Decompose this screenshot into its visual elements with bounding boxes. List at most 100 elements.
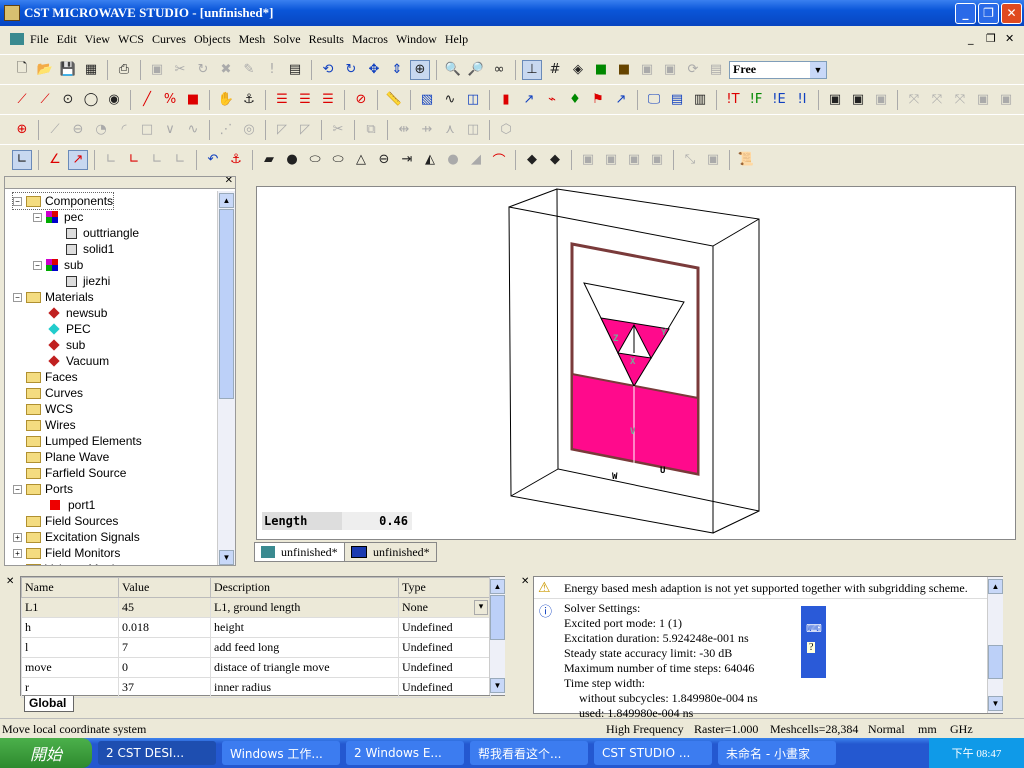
- tab-global[interactable]: Global: [24, 696, 74, 712]
- tree-item[interactable]: port1: [33, 497, 95, 513]
- field-monitor-icon[interactable]: ⚑: [588, 90, 608, 110]
- tree-item[interactable]: − Ports: [13, 481, 73, 497]
- edit-icon[interactable]: ✎: [239, 60, 259, 80]
- cell-type[interactable]: Undefined: [398, 677, 491, 698]
- scroll-thumb[interactable]: [490, 595, 505, 640]
- expand-toggle-icon[interactable]: −: [13, 196, 22, 206]
- boolean-add-icon[interactable]: ▣: [578, 150, 598, 170]
- scroll-up-icon[interactable]: ▲: [219, 193, 234, 208]
- taskbar-item-cst-studio[interactable]: CST STUDIO ...: [594, 741, 712, 765]
- tree-item[interactable]: Vacuum: [33, 353, 109, 369]
- scroll-up-icon[interactable]: ▲: [490, 579, 505, 594]
- cell-name[interactable]: r: [21, 677, 119, 698]
- messages-scrollbar[interactable]: ▲ ▼: [987, 577, 1003, 713]
- excitation-signal-icon[interactable]: ∿: [440, 90, 460, 110]
- zoom-icon[interactable]: 🔍: [443, 60, 463, 80]
- history-icon[interactable]: ↻: [193, 60, 213, 80]
- line-icon[interactable]: ⟋: [45, 120, 65, 140]
- cell-value[interactable]: 37: [118, 677, 211, 698]
- scroll-down-icon[interactable]: ▼: [988, 696, 1003, 711]
- pick-center-icon[interactable]: ⊙: [58, 90, 78, 110]
- elliptic-cylinder-icon[interactable]: ⬭: [328, 150, 348, 170]
- lumped-element-icon[interactable]: ⌁: [542, 90, 562, 110]
- hand-icon[interactable]: ✋: [216, 90, 236, 110]
- column-header-description[interactable]: Description: [210, 577, 399, 598]
- tree-item[interactable]: outtriangle: [53, 225, 139, 241]
- tree-item[interactable]: + Field Monitors: [13, 545, 120, 561]
- expand-toggle-icon[interactable]: +: [13, 548, 22, 558]
- tree-item[interactable]: − pec: [33, 209, 83, 225]
- tree-item[interactable]: Lumped Elements: [13, 433, 142, 449]
- discrete-port-icon[interactable]: ↗: [519, 90, 539, 110]
- rotate-solid-icon[interactable]: ◭: [420, 150, 440, 170]
- cone-icon[interactable]: △: [351, 150, 371, 170]
- mode-select[interactable]: Free ▼: [729, 60, 827, 79]
- menu-solve[interactable]: Solve: [273, 32, 300, 47]
- table-row[interactable]: r 37 inner radius Undefined: [21, 677, 491, 698]
- list-face-icon[interactable]: ☰: [318, 90, 338, 110]
- expand-toggle-icon[interactable]: −: [13, 484, 22, 494]
- probe-icon[interactable]: ♦: [565, 90, 585, 110]
- transient-solver-icon[interactable]: !T: [723, 90, 743, 110]
- menu-results[interactable]: Results: [309, 32, 344, 47]
- table-row[interactable]: L1 45 L1, ground length None ▾: [21, 597, 491, 618]
- extrude-icon[interactable]: ⇥: [397, 150, 417, 170]
- view-glasses-icon[interactable]: ∞: [489, 60, 509, 80]
- cell-type[interactable]: Undefined: [398, 657, 491, 678]
- scroll-icon[interactable]: 📜: [736, 150, 756, 170]
- chevron-down-icon[interactable]: ▼: [810, 61, 826, 78]
- close-button[interactable]: ✕: [1001, 3, 1022, 24]
- menu-edit[interactable]: Edit: [57, 32, 77, 47]
- taskbar-item-browser[interactable]: 帮我看看这个...: [470, 741, 588, 765]
- menu-file[interactable]: File: [30, 32, 49, 47]
- print-icon[interactable]: ⎙: [114, 60, 134, 80]
- cell-value[interactable]: 0.018: [118, 617, 211, 638]
- clear-picks-icon[interactable]: ⊘: [351, 90, 371, 110]
- table-row[interactable]: l 7 add feed long Undefined: [21, 637, 491, 658]
- minimize-button[interactable]: _: [955, 3, 976, 24]
- delete-icon[interactable]: ✖: [216, 60, 236, 80]
- tree-item[interactable]: Curves: [13, 385, 83, 401]
- tree-item[interactable]: jiezhi: [53, 273, 110, 289]
- save-all-icon[interactable]: ▦: [81, 60, 101, 80]
- blend-icon[interactable]: ●: [443, 150, 463, 170]
- chamfer-solid-icon[interactable]: ◢: [466, 150, 486, 170]
- cell-name[interactable]: move: [21, 657, 119, 678]
- input-method-bar[interactable]: ⌨ ?: [801, 606, 826, 678]
- tree-item[interactable]: Voltage Monitors: [13, 561, 134, 565]
- anchor-icon[interactable]: ⚓: [239, 90, 259, 110]
- integral-solver-icon[interactable]: !I: [792, 90, 812, 110]
- taskbar-item-paint[interactable]: 未命名 - 小畫家: [718, 741, 836, 765]
- zoom-fit-icon[interactable]: 🔎: [466, 60, 486, 80]
- paste-view-icon[interactable]: ▣: [660, 60, 680, 80]
- list-edge-icon[interactable]: ☰: [295, 90, 315, 110]
- pick-square-icon[interactable]: ■: [183, 90, 203, 110]
- tree-item[interactable]: PEC: [33, 321, 91, 337]
- background-material-icon[interactable]: ▧: [417, 90, 437, 110]
- boolean-subtract-icon[interactable]: ▣: [601, 150, 621, 170]
- menu-help[interactable]: Help: [445, 32, 468, 47]
- mesh-adapt-icon[interactable]: ▥: [690, 90, 710, 110]
- loft-icon[interactable]: ⋏: [440, 120, 460, 140]
- sphere-icon[interactable]: ●: [282, 150, 302, 170]
- scroll-thumb[interactable]: [988, 645, 1003, 679]
- curve-add-icon[interactable]: ⊕: [12, 120, 32, 140]
- rotate-curve-icon[interactable]: ⇸: [417, 120, 437, 140]
- circle-icon[interactable]: ⊖: [68, 120, 88, 140]
- menu-macros[interactable]: Macros: [352, 32, 388, 47]
- tree-item[interactable]: Wires: [13, 417, 76, 433]
- transform-solid-icon[interactable]: ⤡: [680, 150, 700, 170]
- pick-edge-icon[interactable]: ╱: [137, 90, 157, 110]
- tree-item[interactable]: − Components: [11, 192, 115, 210]
- scroll-down-icon[interactable]: ▼: [490, 678, 505, 693]
- mdi-close-button[interactable]: ✕: [1005, 32, 1014, 45]
- local-wcs-icon[interactable]: ∟: [12, 149, 32, 170]
- menu-view[interactable]: View: [85, 32, 110, 47]
- pick-midpoint-icon[interactable]: ⟋: [35, 90, 55, 110]
- extrude-curve-icon[interactable]: ⇹: [394, 120, 414, 140]
- wcs-anchor-icon[interactable]: ⚓: [226, 150, 246, 170]
- transform-icon[interactable]: ⟳: [683, 60, 703, 80]
- alert-icon[interactable]: !: [262, 60, 282, 80]
- tree-item[interactable]: sub: [33, 337, 85, 353]
- cell-type[interactable]: Undefined: [398, 617, 491, 638]
